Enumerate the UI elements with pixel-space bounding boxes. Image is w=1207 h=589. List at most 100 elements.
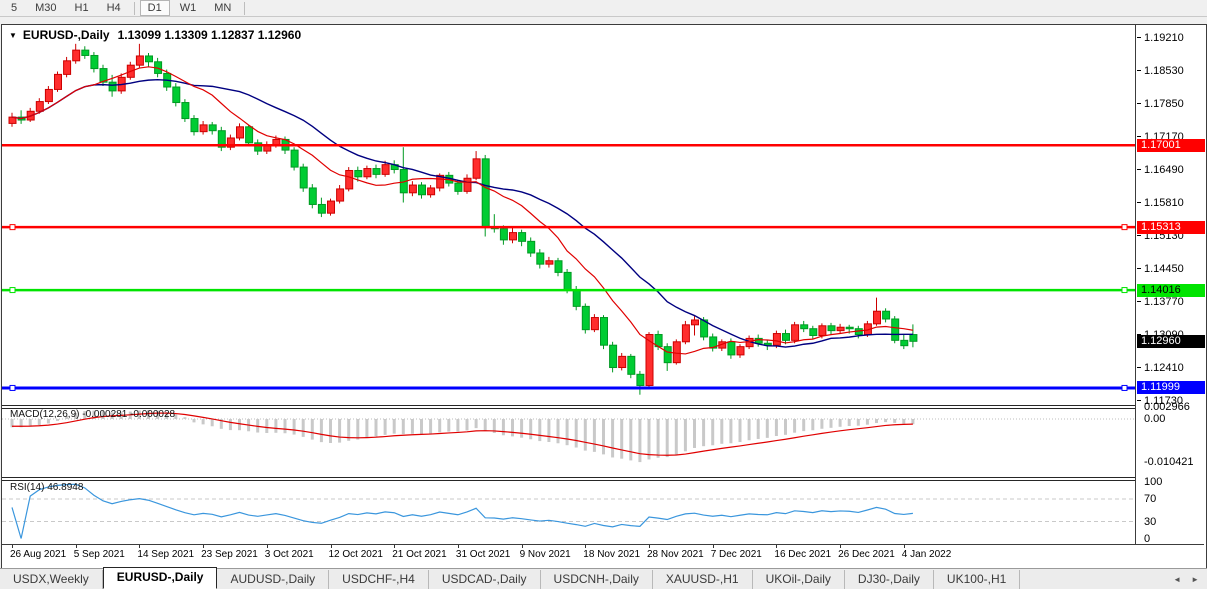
timeframe-toolbar: 5 M30 H1 H4 D1 W1 MN <box>0 0 1207 17</box>
ma-fast-line <box>11 66 914 355</box>
price-badge: 1.15313 <box>1137 220 1205 234</box>
main-pane <box>8 43 918 395</box>
candle-body <box>618 355 627 369</box>
candle-body <box>882 310 891 320</box>
chart-tab-dj30[interactable]: DJ30-,Daily <box>845 570 934 589</box>
candle-body <box>545 260 554 265</box>
candle-body <box>636 373 645 386</box>
date-axis[interactable]: 26 Aug 2021 5 Sep 2021 14 Sep 2021 23 Sep 2… <box>2 544 1204 566</box>
timeframe-button-mn[interactable]: MN <box>206 0 239 16</box>
candle-body <box>35 101 44 112</box>
candlestick-chart[interactable] <box>2 25 1135 544</box>
chart-tab-eurusd[interactable]: EURUSD-,Daily <box>102 567 218 589</box>
candle-body <box>363 168 372 178</box>
date-axis-tick-mark <box>75 545 77 548</box>
toolbar-separator <box>244 1 246 15</box>
date-axis-tick-mark <box>903 545 905 548</box>
candle-body <box>63 60 72 75</box>
candle-body <box>681 324 690 343</box>
candle-body <box>54 73 62 90</box>
candle-body <box>791 324 800 341</box>
tab-scroll-right-icon[interactable]: ► <box>1191 575 1199 584</box>
date-axis-label: 28 Nov 2021 <box>647 549 704 560</box>
pane-separator-rsi[interactable] <box>2 477 1206 481</box>
timeframe-button-d1[interactable]: D1 <box>139 0 170 16</box>
date-axis-label: 7 Dec 2021 <box>710 549 762 560</box>
date-axis-label: 16 Dec 2021 <box>774 549 832 560</box>
tab-scroll-left-icon[interactable]: ◄ <box>1173 575 1181 584</box>
date-axis-label: 9 Nov 2021 <box>519 549 571 560</box>
candle-body <box>600 317 608 346</box>
chart-tab-ukoil[interactable]: UKOil-,Daily <box>753 570 845 589</box>
candle-body <box>900 339 909 347</box>
candle-body <box>782 333 790 341</box>
candle-body <box>181 102 190 120</box>
date-axis-tick-mark <box>330 545 332 548</box>
date-axis-tick-mark <box>394 545 396 548</box>
date-axis-label: 14 Sep 2021 <box>137 549 195 560</box>
candle-body <box>135 55 144 66</box>
candle-body <box>873 310 881 325</box>
timeframe-button-5[interactable]: 5 <box>3 0 25 16</box>
chart-tab-usdcad[interactable]: USDCAD-,Daily <box>429 570 541 589</box>
timeframe-button-w1[interactable]: W1 <box>172 0 205 16</box>
timeframe-button-h4[interactable]: H4 <box>99 0 129 16</box>
candle-body <box>518 232 527 242</box>
price-badge: 1.14016 <box>1137 283 1205 297</box>
macd-axis-tick: 0.00 <box>1144 413 1166 425</box>
chart-tab-usdcnh[interactable]: USDCNH-,Daily <box>541 570 653 589</box>
candle-body <box>727 341 736 356</box>
chart-tab-usdx[interactable]: USDX,Weekly <box>0 570 103 589</box>
candle-body <box>290 149 299 168</box>
candle-body <box>672 341 681 364</box>
candle-body <box>236 126 244 139</box>
price-axis-tick: 1.18530 <box>1137 65 1184 77</box>
chart-tab-usdchf[interactable]: USDCHF-,H4 <box>329 570 429 589</box>
chart-symbol: EURUSD-,Daily <box>22 28 110 42</box>
chevron-down-icon[interactable]: ▼ <box>9 31 17 40</box>
price-axis-tick: 1.14450 <box>1137 263 1184 275</box>
candle-body <box>317 203 326 214</box>
candle-body <box>145 55 153 63</box>
candle-body <box>554 260 563 273</box>
rsi-pane <box>2 483 1135 539</box>
chart-tabs-bar: USDX,Weekly EURUSD-,Daily AUDUSD-,Daily USD… <box>0 567 1207 589</box>
candle-body <box>909 334 918 342</box>
macd-indicator-name: MACD(12,26,9) <box>10 409 80 420</box>
candle-body <box>463 177 472 192</box>
candle-body <box>172 86 181 104</box>
timeframe-button-m30[interactable]: M30 <box>27 0 64 16</box>
pane-separator-macd[interactable] <box>2 405 1206 409</box>
chart-tab-audusd[interactable]: AUDUSD-,Daily <box>217 570 330 589</box>
macd-axis-tick: 0.002966 <box>1144 400 1190 413</box>
line-endpoint-marker <box>9 287 16 294</box>
date-axis-tick-mark <box>521 545 523 548</box>
date-axis-tick-mark <box>712 545 714 548</box>
chart-tab-xauusd[interactable]: XAUUSD-,H1 <box>653 570 753 589</box>
date-axis-label: 3 Oct 2021 <box>264 549 314 560</box>
line-endpoint-marker <box>1121 384 1128 391</box>
candle-body <box>190 118 199 133</box>
candle-body <box>663 346 672 364</box>
candle-body <box>199 124 208 133</box>
price-axis-tick: 1.13770 <box>1137 296 1184 308</box>
candle-body <box>809 328 818 336</box>
chart-ohlc-values: 1.13099 1.13309 1.12837 1.12960 <box>117 28 302 42</box>
candle-body <box>891 318 900 341</box>
line-endpoint-marker <box>1121 287 1128 294</box>
chart-tab-uk100[interactable]: UK100-,H1 <box>934 570 1021 589</box>
line-endpoint-marker <box>9 384 16 391</box>
price-axis[interactable]: 1.19210 1.18530 1.17850 1.17170 1.16490 1.158… <box>1135 25 1206 545</box>
date-axis-label: 4 Jan 2022 <box>901 549 952 560</box>
candle-body <box>427 187 436 196</box>
chart-window: ▼ EURUSD-,Daily 1.13099 1.13309 1.12837 1.… <box>1 24 1207 569</box>
date-axis-tick-mark <box>585 545 587 548</box>
timeframe-button-h1[interactable]: H1 <box>67 0 97 16</box>
rsi-axis-tick: 30 <box>1144 515 1157 528</box>
candle-body <box>208 124 217 132</box>
candle-body <box>627 355 636 375</box>
candle-body <box>372 168 381 175</box>
price-axis-tick: 1.19210 <box>1137 32 1184 44</box>
candle-body <box>345 169 354 190</box>
rsi-indicator-name: RSI(14) <box>10 482 45 493</box>
